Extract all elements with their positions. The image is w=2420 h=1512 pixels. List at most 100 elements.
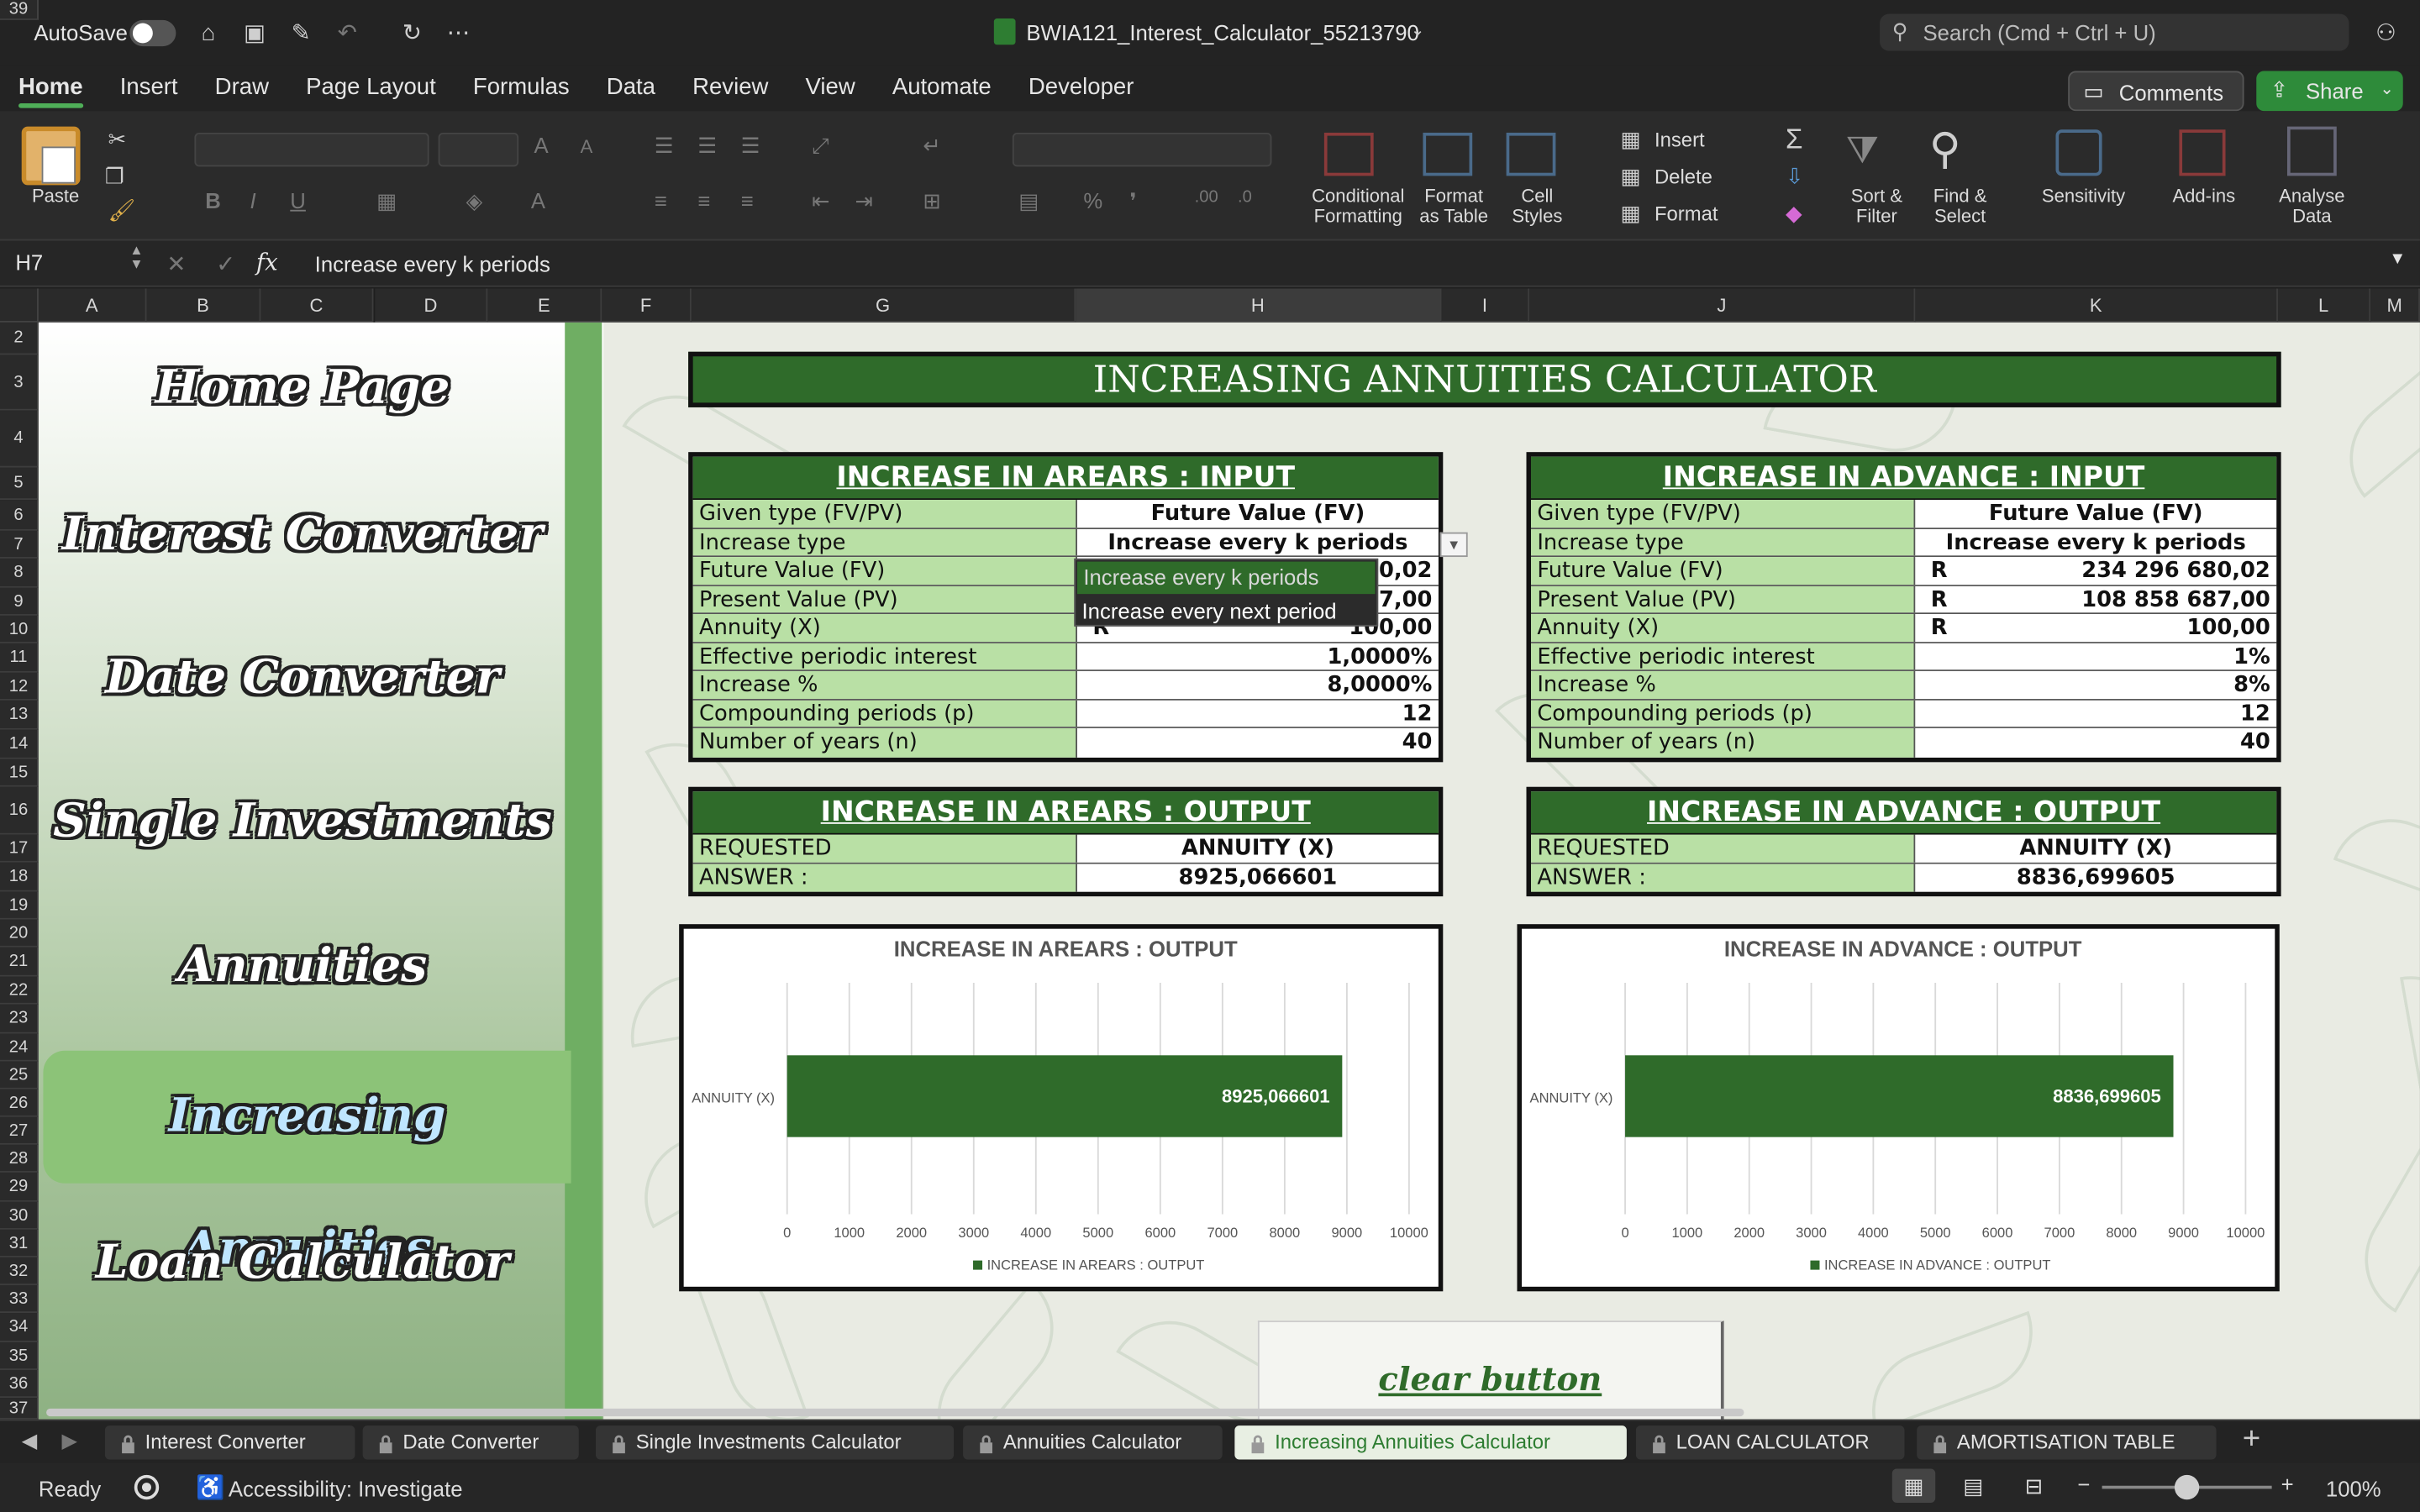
autosave-toggle[interactable] — [129, 19, 176, 47]
home-icon[interactable]: ⌂ — [194, 18, 222, 46]
decrease-font-icon[interactable]: A — [581, 136, 593, 158]
add-sheet-icon[interactable]: + — [2243, 1422, 2260, 1457]
normal-view-icon[interactable]: ▦ — [1891, 1468, 1936, 1503]
row-header[interactable]: 7 — [0, 530, 39, 559]
column-header[interactable]: K — [1915, 288, 2278, 323]
row-value[interactable]: 12 — [1077, 699, 1439, 727]
row-header[interactable]: 19 — [0, 891, 39, 920]
format-cells-icon[interactable]: ▦ — [1621, 201, 1641, 227]
underline-icon[interactable]: U — [290, 188, 306, 213]
column-header[interactable]: B — [146, 288, 261, 323]
row-value[interactable]: 12 — [1915, 699, 2277, 727]
row-header[interactable]: 9 — [0, 587, 39, 616]
dropdown-arrow-icon[interactable]: ▼ — [1439, 532, 1468, 558]
sheet-tab[interactable]: Annuities Calculator — [963, 1425, 1223, 1460]
row-header[interactable]: 26 — [0, 1089, 39, 1117]
row-value[interactable]: 1% — [1915, 642, 2277, 670]
dropdown-option[interactable]: Increase every k periods — [1077, 561, 1376, 595]
name-box[interactable]: H7 — [15, 250, 43, 275]
merge-center-icon[interactable]: ⊞ — [923, 188, 941, 214]
increase-indent-icon[interactable]: ⇥ — [855, 188, 874, 214]
align-left-icon[interactable]: ≡ — [655, 188, 667, 213]
row-header[interactable]: 27 — [0, 1116, 39, 1145]
nav-link-date-converter[interactable]: Date Converter — [39, 633, 566, 725]
copy-icon[interactable]: ❐ — [105, 164, 124, 190]
file-name[interactable]: BWIA121_Interest_Calculator_55213790 — [1026, 20, 1418, 45]
row-header[interactable]: 32 — [0, 1257, 39, 1285]
row-value[interactable]: 1,0000% — [1077, 642, 1439, 670]
currency-icon[interactable]: ▤ — [1018, 188, 1039, 214]
arrears-chart[interactable]: INCREASE IN AREARS : OUTPUT 0 1000 2000 3000… — [679, 924, 1444, 1292]
sheet-tab[interactable]: AMORTISATION TABLE — [1917, 1425, 2217, 1460]
column-header[interactable]: C — [260, 288, 374, 323]
row-header[interactable]: 8 — [0, 558, 39, 588]
column-header[interactable]: D — [375, 288, 488, 323]
row-value[interactable]: R 234 296 680,02 — [1915, 557, 2277, 585]
column-header[interactable]: E — [487, 288, 602, 323]
row-header[interactable]: 39 — [0, 0, 39, 20]
clear-button[interactable]: clear button — [1257, 1320, 1724, 1420]
row-value[interactable]: 40 — [1077, 727, 1439, 757]
advance-chart[interactable]: INCREASE IN ADVANCE : OUTPUT 0 1000 2000 300… — [1517, 924, 2280, 1292]
column-header[interactable]: A — [38, 288, 147, 323]
row-header[interactable]: 6 — [0, 500, 39, 531]
record-macro-icon[interactable] — [134, 1474, 160, 1500]
tab-page-layout[interactable]: Page Layout — [287, 65, 455, 111]
font-family-select[interactable] — [194, 132, 429, 167]
enter-icon[interactable]: ✓ — [216, 250, 235, 277]
save-icon[interactable]: ▣ — [241, 18, 269, 46]
align-bottom-icon[interactable]: ☰ — [741, 133, 760, 159]
row-value[interactable]: Future Value (FV) — [1077, 500, 1439, 528]
search-input[interactable]: ⚲ Search (Cmd + Ctrl + U) — [1880, 13, 2349, 51]
row-header[interactable]: 3 — [0, 354, 39, 411]
tab-insert[interactable]: Insert — [102, 65, 197, 111]
row-header[interactable]: 34 — [0, 1313, 39, 1342]
accessibility-icon[interactable]: ♿ — [196, 1473, 224, 1501]
cut-icon[interactable]: ✂ — [108, 127, 127, 153]
row-header[interactable]: 11 — [0, 643, 39, 673]
column-header[interactable]: J — [1529, 288, 1916, 323]
tab-data[interactable]: Data — [588, 65, 674, 111]
tab-automate[interactable]: Automate — [874, 65, 1010, 111]
column-header[interactable]: F — [602, 288, 692, 323]
fill-icon[interactable]: ⇩ — [1786, 164, 1804, 190]
comma-icon[interactable]: ❜ — [1129, 188, 1136, 214]
row-header[interactable]: 30 — [0, 1201, 39, 1230]
tab-view[interactable]: View — [786, 65, 873, 111]
formula-input[interactable]: Increase every k periods — [315, 251, 550, 276]
borders-icon[interactable]: ▦ — [376, 188, 397, 214]
row-value[interactable]: Increase every k periods — [1077, 528, 1439, 556]
row-value[interactable]: 8% — [1915, 670, 2277, 699]
horizontal-scrollbar[interactable] — [46, 1408, 1744, 1417]
wrap-text-icon[interactable]: ↵ — [923, 133, 941, 159]
row-value[interactable]: R 108 858 687,00 — [1915, 585, 2277, 613]
chevron-down-icon[interactable]: ⌄ — [1411, 20, 1425, 40]
account-icon[interactable]: ⚇ — [2372, 18, 2400, 46]
bold-icon[interactable]: B — [205, 188, 221, 213]
row-value[interactable]: 8,0000% — [1077, 670, 1439, 699]
page-layout-view-icon[interactable]: ▤ — [1963, 1473, 1983, 1499]
row-header[interactable]: 22 — [0, 976, 39, 1005]
sheet-tab[interactable]: Increasing Annuities Calculator — [1234, 1425, 1627, 1460]
orientation-icon[interactable]: ⤢ — [812, 133, 829, 159]
row-header[interactable]: 28 — [0, 1144, 39, 1173]
format-cells-label[interactable]: Format — [1655, 203, 1718, 223]
row-value[interactable]: R 100,00 — [1915, 614, 2277, 642]
row-header[interactable]: 25 — [0, 1061, 39, 1089]
row-header[interactable]: 20 — [0, 919, 39, 948]
accessibility-status[interactable]: Accessibility: Investigate — [229, 1477, 463, 1501]
tab-developer[interactable]: Developer — [1010, 65, 1153, 111]
zoom-out-icon[interactable]: − — [2077, 1472, 2090, 1496]
row-header[interactable]: 2 — [0, 322, 39, 355]
row-header[interactable]: 18 — [0, 862, 39, 892]
zoom-slider-handle[interactable] — [2174, 1474, 2200, 1500]
row-header[interactable]: 21 — [0, 947, 39, 977]
dropdown-option[interactable]: Increase every next period — [1076, 596, 1376, 628]
row-header[interactable]: 29 — [0, 1172, 39, 1202]
row-header[interactable]: 37 — [0, 1398, 39, 1420]
nav-link-loan-calculator[interactable]: Loan Calculator — [39, 1217, 566, 1310]
next-sheet-icon[interactable]: ▶ — [61, 1429, 76, 1453]
redo-icon[interactable]: ↻ — [398, 18, 426, 46]
align-right-icon[interactable]: ≡ — [741, 188, 754, 213]
tab-formulas[interactable]: Formulas — [455, 65, 588, 111]
